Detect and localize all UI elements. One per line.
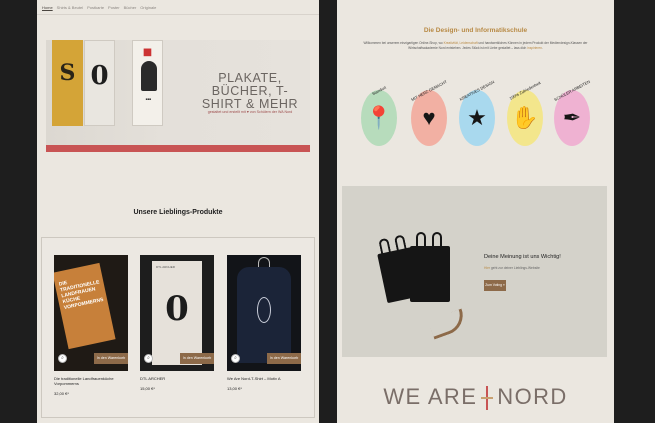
stars-icon: ★ [467,105,487,130]
product-grid: DIE TRADITIONELLE LANDFRAUEN KÜCHE VORPO… [41,237,315,418]
pen-icon: ✒ [562,105,582,130]
design-badge: KREATIVES DESIGN ★ [459,79,495,146]
add-to-cart-button[interactable]: In den Warenkorb [94,353,128,364]
book-cover: DIE TRADITIONELLE LANDFRAUEN KÜCHE VORPO… [54,262,116,350]
heart-badge: MIT HERZ GEMACHT ♥ [410,79,448,146]
poster-glyph: S [59,60,76,86]
product-name[interactable]: DTL ARCHER [140,376,214,381]
voting-button[interactable]: Zum Voting » [484,280,506,291]
brand-word: WE ARE [383,384,478,409]
hero-subtitle: gestaltet und erstellt mit ♥ von Schüler… [207,110,293,114]
product-card[interactable]: DIE TRADITIONELLE LANDFRAUEN KÜCHE VORPO… [54,255,128,396]
zoom-icon[interactable]: ⌕ [231,354,240,363]
feedback-text-rest: geht zur deiner Lieblings-Website [490,266,540,270]
poster-glyph: ■ [142,47,153,58]
bag-handle [432,232,442,248]
hero-title: PLAKATE, BÜCHER, T-SHIRT & MEHR [201,71,299,111]
feedback-text: Hier geht zur deiner Lieblings-Website [484,266,540,270]
screenshot-stage: Home Shirts & Beutel Postkarte Poster Bü… [0,0,655,423]
product-image[interactable]: DIE TRADITIONELLE LANDFRAUEN KÜCHE VORPO… [54,255,128,371]
shirt-emblem [257,297,271,323]
product-price: 13,00 €* [227,386,242,391]
hero-poster-2: 0 [84,40,115,126]
product-card[interactable]: ⌕ In den Warenkorb We Are Nord-T-Shirt –… [227,255,301,391]
nav-divider [37,14,319,15]
poster-text: DTL ARCHER [156,265,175,269]
nav-item-books[interactable]: Bücher [124,5,137,10]
poster-glyph: 0 [165,289,189,329]
hero-banner[interactable]: S 0 ■ ■■■ PLAKATE, BÜCHER, T-SHIRT & MEH… [46,40,310,152]
school-intro: Willkommen bei unserem einzigartigen Onl… [361,41,590,51]
tshirt-image [237,267,291,363]
intro-text: . [541,46,543,50]
bag-handle [378,237,392,256]
brand-word: NORD [497,384,568,409]
product-name[interactable]: Die traditionelle Landfrauenküche Vorpom… [54,376,128,386]
add-to-cart-button[interactable]: In den Warenkorb [180,353,214,364]
main-nav: Home Shirts & Beutel Postkarte Poster Bü… [42,5,156,10]
nav-item-shirts[interactable]: Shirts & Beutel [57,5,83,10]
nav-item-originals[interactable]: Originale [140,5,156,10]
tote-bag [410,232,450,302]
heart-icon: ♥ [422,105,436,130]
school-title: Die Design- und Informatikschule [423,27,528,34]
poster-figure [141,61,157,91]
school-homepage: Die Design- und Informatikschule Willkom… [337,0,614,423]
tote-bags-image [377,232,462,324]
badge-caption: Standort [371,84,387,97]
product-price: 32,00 €* [54,391,69,396]
product-image[interactable]: DTL ARCHER 0 ⌕ In den Warenkorb [140,255,214,371]
badge-caption: MIT HERZ GEMACHT [410,78,448,103]
hero-poster-1: S [52,40,83,126]
product-image[interactable]: ⌕ In den Warenkorb [227,255,301,371]
hanger-icon [258,257,270,267]
nav-item-posters[interactable]: Poster [108,5,120,10]
zoom-icon[interactable]: ⌕ [144,354,153,363]
favorites-heading: Unsere Lieblings-Produkte [133,209,223,216]
badge-caption: 100% Zufriedenheit [508,80,542,101]
badge-caption: KREATIVES DESIGN [458,79,496,102]
badge-caption: SCHÜLER ARBEITEN [553,78,591,103]
location-badge: Standort 📍 [361,85,397,146]
bag-handle [416,232,426,248]
zoom-icon[interactable]: ⌕ [58,354,67,363]
hero-poster-3: ■ ■■■ [132,40,163,126]
intro-link[interactable]: Kreativität, Leidenschaft [444,41,478,45]
hero-accent-bar [46,145,310,152]
poster-print: DTL ARCHER 0 [152,261,202,365]
brand-logo[interactable]: WE ARE NORD [337,384,614,411]
product-card[interactable]: DTL ARCHER 0 ⌕ In den Warenkorb DTL ARCH… [140,255,214,391]
feedback-section: Deine Meinung ist uns Wichtig! Hier geht… [342,186,607,357]
handshake-icon: ✋ [511,105,539,130]
shop-homepage: Home Shirts & Beutel Postkarte Poster Bü… [37,0,319,423]
compass-star-icon [481,386,494,411]
product-name[interactable]: We Are Nord-T-Shirt – Motiv A [227,376,301,381]
product-price: 15,00 €* [140,386,155,391]
location-pin-icon: 📍 [365,105,393,130]
bag-handle [393,234,407,253]
student-work-badge: SCHÜLER ARBEITEN ✒ [553,79,591,146]
nav-item-postcards[interactable]: Postkarte [87,5,104,10]
add-to-cart-button[interactable]: In den Warenkorb [267,353,301,364]
poster-caption: ■■■ [145,97,152,101]
poster-glyph: 0 [90,61,109,91]
satisfaction-badge: 100% Zufriedenheit ✋ [507,80,543,146]
intro-text: Willkommen bei unserem einzigartigen Onl… [363,41,444,45]
feature-icons: Standort 📍 MIT HERZ GEMACHT ♥ KREATIVES … [361,79,593,148]
feedback-title: Deine Meinung ist uns Wichtig! [484,254,561,260]
nav-item-home[interactable]: Home [42,5,53,10]
intro-link[interactable]: inspirieren [527,46,542,50]
